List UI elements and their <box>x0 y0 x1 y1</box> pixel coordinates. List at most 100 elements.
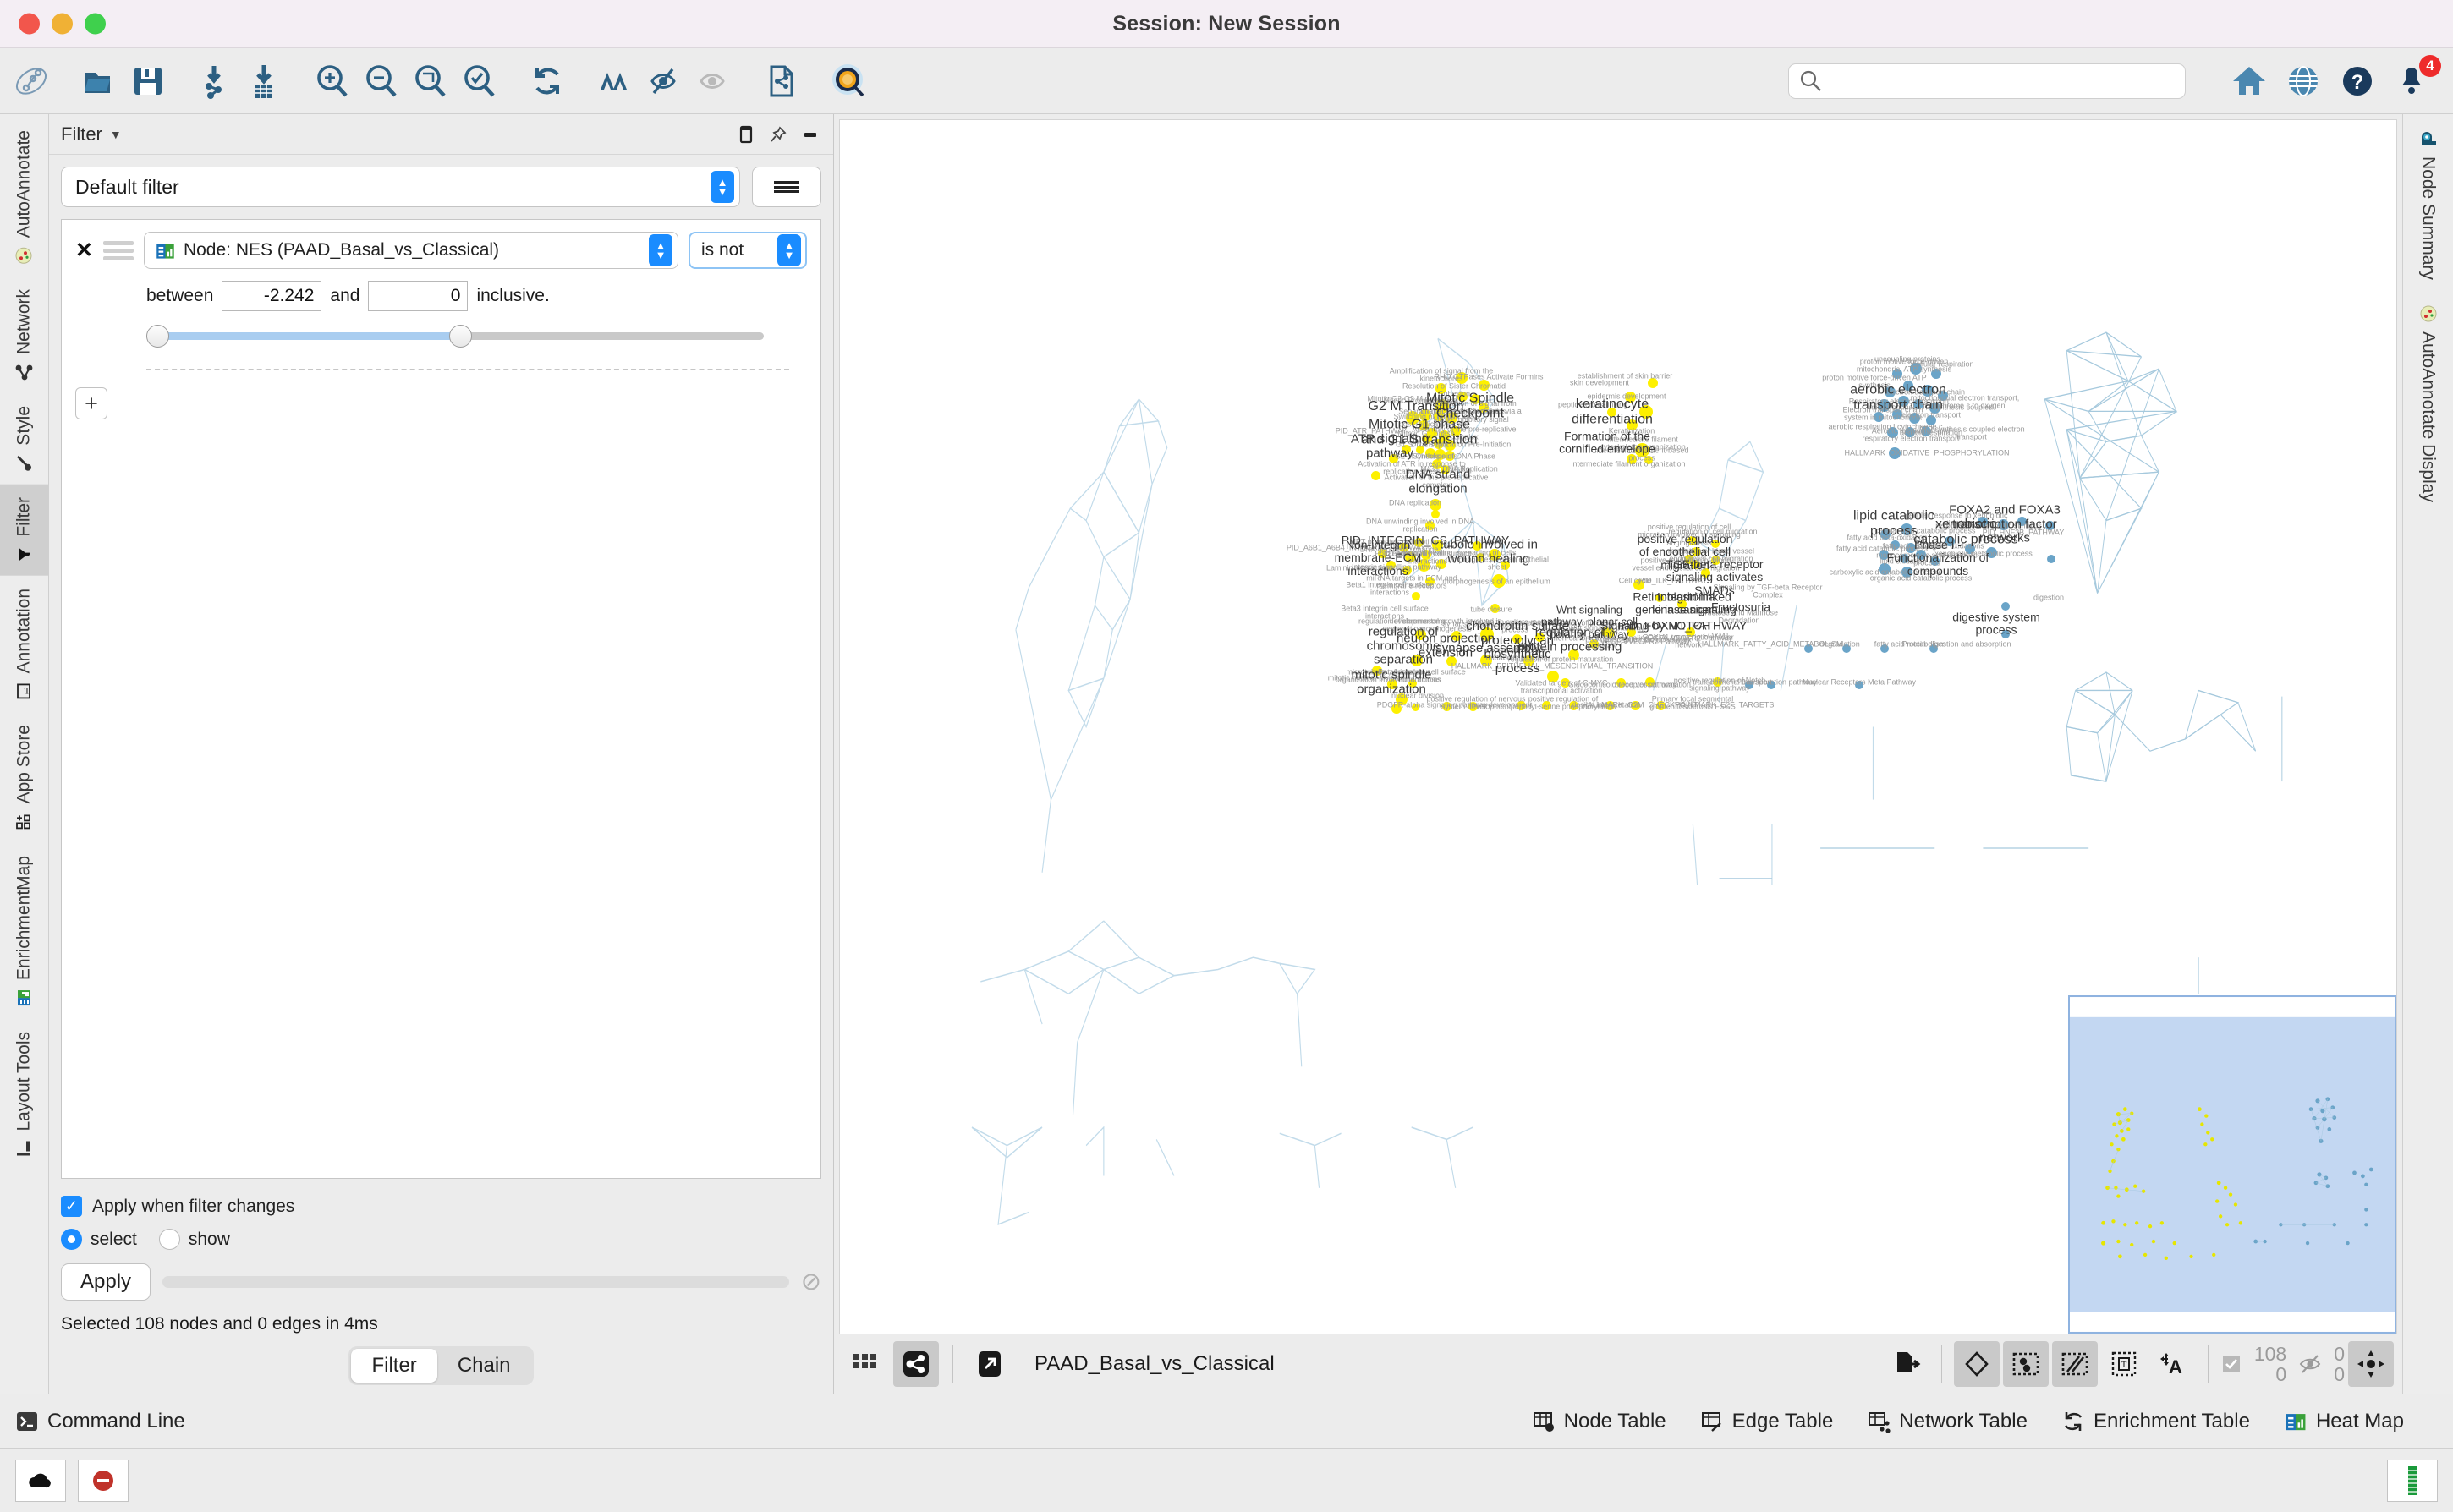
sidebar-item-style[interactable]: Style <box>0 393 48 485</box>
import-network-icon[interactable] <box>191 57 240 106</box>
filter-panel: Filter ▼ Default filter ▲▼ <box>49 114 834 1394</box>
home-icon[interactable] <box>2225 57 2274 106</box>
memory-meter-icon[interactable] <box>2387 1460 2438 1502</box>
filter-max-input[interactable]: 0 <box>368 281 468 311</box>
export-image-icon[interactable] <box>756 57 805 106</box>
chevron-updown-icon: ▲▼ <box>711 171 734 203</box>
cytoscape-logo-icon[interactable] <box>7 57 56 106</box>
select-nodes-icon[interactable] <box>2003 1341 2049 1387</box>
search-input[interactable] <box>1788 63 2186 99</box>
pin-icon[interactable] <box>769 125 787 144</box>
select-edges-icon[interactable] <box>2052 1341 2098 1387</box>
zoom-fit-icon[interactable] <box>406 57 455 106</box>
import-table-icon[interactable] <box>240 57 289 106</box>
enrichmentmap-app-icon[interactable] <box>824 57 873 106</box>
node-table-button[interactable]: Node Table <box>1532 1410 1666 1433</box>
sidebar-item-autoannotate[interactable]: AutoAnnotate <box>0 118 48 277</box>
filter-range-slider[interactable] <box>146 325 764 347</box>
network-navigator[interactable] <box>2068 995 2396 1334</box>
move-labels-icon[interactable]: A <box>2150 1341 2196 1387</box>
refresh-icon[interactable] <box>523 57 572 106</box>
fit-content-icon[interactable] <box>2348 1341 2394 1387</box>
node-summary-icon <box>2419 129 2438 148</box>
filter-preset-select[interactable]: Default filter ▲▼ <box>61 167 740 207</box>
left-tab-strip: AutoAnnotate Network Style Filter T <box>0 114 49 1394</box>
apply-when-filter-changes-row: ✓ Apply when filter changes <box>61 1196 821 1217</box>
show-all-icon[interactable] <box>689 57 738 106</box>
notifications-bell-icon[interactable]: 4 <box>2387 57 2436 106</box>
network-table-button[interactable]: Network Table <box>1867 1410 2028 1433</box>
save-icon[interactable] <box>123 57 173 106</box>
radio-show-label: show <box>189 1230 230 1250</box>
export-network-icon[interactable] <box>1884 1341 1929 1387</box>
maximize-window-button[interactable] <box>85 14 106 35</box>
zoom-out-icon[interactable] <box>357 57 406 106</box>
command-line-button[interactable]: Command Line <box>15 1410 185 1433</box>
tab-chain[interactable]: Chain <box>437 1349 531 1383</box>
filter-menu-button[interactable] <box>752 167 821 207</box>
edge-table-button[interactable]: Edge Table <box>1700 1410 1834 1433</box>
right-tab-strip: Node Summary AutoAnnotate Display <box>2402 114 2453 1394</box>
checkbox-icon <box>2220 1353 2242 1375</box>
network-canvas[interactable]: Amplification of signal from the kinetoc… <box>839 119 2397 1334</box>
window-controls[interactable] <box>19 14 106 35</box>
filter-min-input[interactable]: -2.242 <box>222 281 321 311</box>
minimize-icon[interactable] <box>801 129 820 140</box>
zoom-selected-icon[interactable] <box>455 57 504 106</box>
heat-map-button[interactable]: Heat Map <box>2284 1410 2404 1433</box>
sidebar-item-node-summary[interactable]: Node Summary <box>2403 118 2453 293</box>
filter-attribute-select[interactable]: Node: NES (PAAD_Basal_vs_Classical) ▲▼ <box>144 232 678 269</box>
select-annotations-icon[interactable]: T <box>2101 1341 2147 1387</box>
edge-table-label: Edge Table <box>1732 1410 1834 1433</box>
apply-when-filter-changes-checkbox[interactable]: ✓ <box>61 1196 82 1217</box>
sidebar-item-layouttools[interactable]: Layout Tools <box>0 1019 48 1170</box>
between-label: between <box>146 286 213 306</box>
tab-filter[interactable]: Filter <box>351 1349 436 1383</box>
open-folder-icon[interactable] <box>74 57 123 106</box>
grid-view-icon[interactable] <box>842 1341 888 1387</box>
hidden-eye-icon <box>2298 1352 2322 1376</box>
and-label: and <box>330 286 359 306</box>
add-condition-button[interactable]: + <box>75 387 107 419</box>
globe-icon[interactable] <box>2279 57 2328 106</box>
enrichment-table-label: Enrichment Table <box>2094 1410 2250 1433</box>
cytoscape-window: Session: New Session <box>0 0 2453 1512</box>
slider-min-handle[interactable] <box>146 325 169 348</box>
sidebar-item-autoannotate-display[interactable]: AutoAnnotate Display <box>2403 293 2453 515</box>
select-mode-icon[interactable] <box>1954 1341 2000 1387</box>
radio-select[interactable] <box>61 1229 82 1250</box>
apply-button[interactable]: Apply <box>61 1263 151 1301</box>
detach-view-icon[interactable] <box>967 1341 1012 1387</box>
close-window-button[interactable] <box>19 14 40 35</box>
sidebar-item-filter[interactable]: Filter <box>0 485 48 576</box>
filter-range-row: between -2.242 and 0 inclusive. <box>146 281 807 311</box>
filter-operator-select[interactable]: is not ▲▼ <box>689 232 807 269</box>
sidebar-item-network[interactable]: Network <box>0 277 48 393</box>
filter-conditions-card: ✕ Node: NES (PAAD_Basal_vs_Classical) ▲▼… <box>61 219 821 1179</box>
zoom-in-icon[interactable] <box>308 57 357 106</box>
hide-edges-icon[interactable] <box>639 57 689 106</box>
cloud-icon[interactable] <box>15 1460 66 1502</box>
chevron-down-icon[interactable]: ▼ <box>110 128 122 141</box>
sidebar-item-appstore[interactable]: App Store <box>0 712 48 842</box>
hide-nodes-icon[interactable] <box>590 57 639 106</box>
radio-show[interactable] <box>159 1229 180 1250</box>
filter-attribute-value: Node: NES (PAAD_Basal_vs_Classical) <box>184 240 641 260</box>
toolbar-right-group: ? 4 <box>1788 57 2436 106</box>
network-view-icon[interactable] <box>893 1341 939 1387</box>
slider-fill <box>156 332 461 340</box>
minimize-window-button[interactable] <box>52 14 73 35</box>
sidebar-item-annotation[interactable]: T Annotation <box>0 576 48 712</box>
drag-handle-icon[interactable] <box>103 241 134 260</box>
enrichment-table-button[interactable]: Enrichment Table <box>2061 1410 2250 1433</box>
error-icon[interactable] <box>78 1460 129 1502</box>
x-remove-icon[interactable]: ✕ <box>75 240 93 261</box>
title-bar: Session: New Session <box>0 0 2453 48</box>
sidebar-label: Annotation <box>14 589 35 673</box>
slider-max-handle[interactable] <box>449 325 472 348</box>
sidebar-item-enrichmentmap[interactable]: EnrichmentMap <box>0 843 48 1019</box>
float-window-icon[interactable] <box>737 125 755 144</box>
cancel-icon[interactable]: ⊘ <box>801 1270 821 1295</box>
help-icon[interactable]: ? <box>2333 57 2382 106</box>
filter-status-text: Selected 108 nodes and 0 edges in 4ms <box>61 1314 821 1334</box>
